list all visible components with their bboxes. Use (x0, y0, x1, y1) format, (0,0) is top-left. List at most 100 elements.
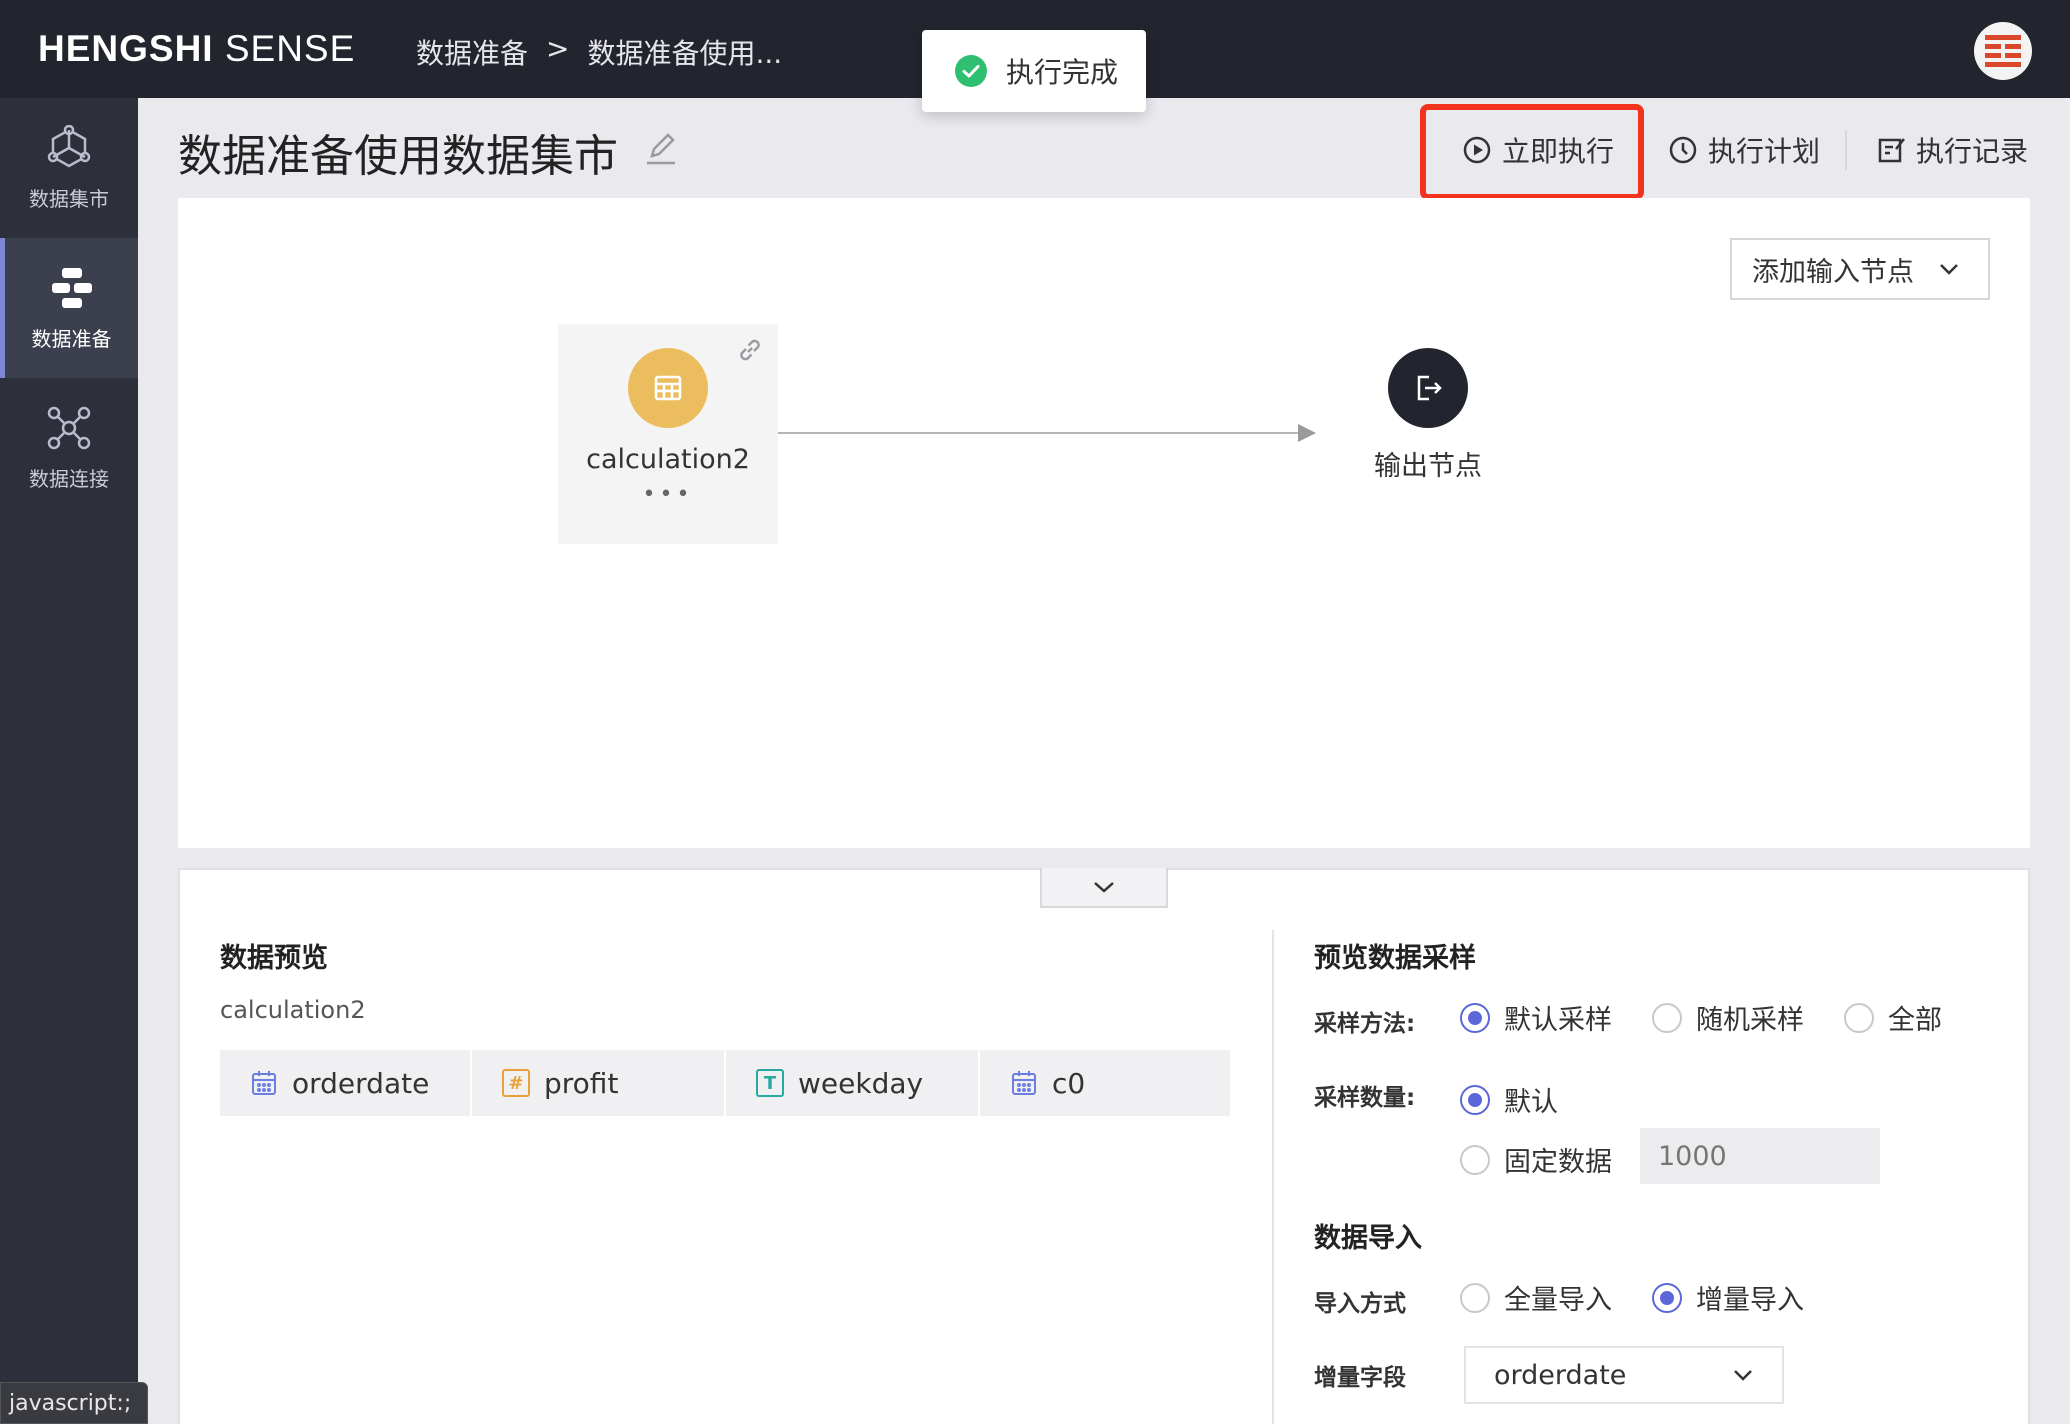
input-node-circle[interactable] (628, 348, 708, 428)
incremental-field-label: 增量字段 (1314, 1365, 1406, 1391)
radio-full-import[interactable]: 全量导入 (1460, 1278, 1612, 1317)
schedule-button[interactable]: 执行计划 (1668, 128, 1820, 172)
incremental-field-select[interactable]: orderdate (1464, 1346, 1784, 1404)
add-input-node-dropdown[interactable]: 添加输入节点 (1730, 238, 1990, 300)
radio-incremental-import[interactable]: 增量导入 (1652, 1278, 1804, 1317)
sidebar-item-data-mart[interactable]: 数据集市 (0, 98, 138, 238)
sidebar-item-label: 数据准备 (31, 326, 112, 351)
toast-text: 执行完成 (1006, 56, 1119, 89)
header-divider (1845, 130, 1847, 170)
chevron-down-icon (1734, 1370, 1752, 1381)
user-avatar[interactable] (1974, 22, 2032, 80)
run-now-button[interactable]: 立即执行 (1462, 128, 1614, 172)
preview-columns: orderdate # profit T weekday c0 (220, 1050, 1230, 1116)
input-node-label: calculation2 (586, 444, 750, 475)
radio-indicator (1652, 1282, 1682, 1313)
radio-all-sampling[interactable]: 全部 (1844, 998, 1942, 1037)
import-title: 数据导入 (1314, 1223, 1422, 1254)
radio-label: 增量导入 (1696, 1285, 1804, 1316)
radio-label: 全部 (1888, 1005, 1942, 1036)
radio-label: 全量导入 (1504, 1285, 1612, 1316)
breadcrumb: 数据准备 > 数据准备使用... (416, 32, 782, 72)
radio-indicator (1844, 1002, 1874, 1033)
flow-edge (778, 432, 1300, 434)
flow-edge-arrow (1298, 424, 1316, 442)
number-icon: # (502, 1069, 530, 1097)
brand-bold: HENGSHI (38, 28, 214, 69)
sampling-method-label: 采样方法: (1314, 1011, 1416, 1037)
brand-logo[interactable]: HENGSHI SENSE (38, 28, 355, 70)
radio-label: 默认 (1504, 1087, 1558, 1118)
toast-notification: 执行完成 (922, 30, 1146, 112)
sidebar-item-data-prep[interactable]: 数据准备 (0, 238, 138, 378)
pencil-icon (647, 133, 675, 165)
sidebar-item-data-connection[interactable]: 数据连接 (0, 378, 138, 518)
calendar-icon (1012, 1071, 1036, 1095)
sidebar-item-label: 数据连接 (29, 466, 109, 491)
export-icon (1417, 375, 1442, 401)
brand-light: SENSE (224, 28, 356, 69)
panel-divider (1272, 930, 1274, 1424)
radio-random-sampling[interactable]: 随机采样 (1652, 998, 1804, 1037)
column-name: profit (544, 1066, 619, 1100)
column-name: weekday (798, 1066, 924, 1100)
link-icon (740, 339, 760, 361)
chevron-down-icon (1940, 264, 1958, 275)
sampling-count-label: 采样数量: (1314, 1085, 1416, 1111)
radio-count-fixed[interactable]: 固定数据 (1460, 1140, 1612, 1179)
sidebar-item-label: 数据集市 (29, 186, 109, 211)
network-icon (47, 406, 91, 449)
status-bar-url: javascript:; (0, 1382, 148, 1424)
sidebar: 数据集市 数据准备 数据连接 (0, 98, 138, 1424)
brand-avatar-icon (1985, 35, 2021, 67)
breadcrumb-separator: > (546, 32, 570, 65)
incremental-field-value: orderdate (1494, 1359, 1627, 1391)
column-header-orderdate[interactable]: orderdate (220, 1050, 470, 1116)
history-button[interactable]: 执行记录 (1876, 128, 2028, 172)
radio-label: 固定数据 (1504, 1147, 1612, 1178)
hexagon-nodes-icon (47, 124, 91, 167)
radio-indicator (1652, 1002, 1682, 1033)
breadcrumb-item-current: 数据准备使用... (587, 37, 783, 70)
import-mode-label: 导入方式 (1314, 1291, 1406, 1317)
radio-indicator (1460, 1084, 1490, 1115)
calendar-icon (252, 1071, 276, 1095)
collapse-panel-button[interactable] (1040, 868, 1168, 908)
input-node-card[interactable]: calculation2 ••• (558, 324, 778, 544)
schedule-label: 执行计划 (1708, 135, 1821, 168)
output-node-label: 输出节点 (1374, 451, 1482, 482)
column-header-weekday[interactable]: T weekday (726, 1050, 978, 1116)
radio-indicator (1460, 1002, 1490, 1033)
radio-indicator (1460, 1282, 1490, 1313)
clock-icon (1669, 136, 1697, 164)
output-node-circle[interactable] (1388, 348, 1468, 428)
add-input-node-label: 添加输入节点 (1752, 256, 1914, 288)
text-icon: T (756, 1069, 784, 1097)
link-button[interactable] (734, 334, 766, 370)
run-now-label: 立即执行 (1502, 135, 1615, 168)
node-more-button[interactable]: ••• (558, 482, 778, 507)
preview-dataset-name: calculation2 (220, 996, 366, 1024)
column-name: orderdate (292, 1066, 430, 1100)
radio-label: 随机采样 (1696, 1005, 1804, 1036)
radio-count-default[interactable]: 默认 (1460, 1080, 1558, 1119)
table-icon (654, 375, 682, 401)
record-edit-icon (1878, 138, 1905, 163)
radio-default-sampling[interactable]: 默认采样 (1460, 998, 1612, 1037)
preview-title: 数据预览 (220, 943, 328, 974)
history-label: 执行记录 (1916, 135, 2029, 168)
radio-indicator (1460, 1144, 1490, 1175)
play-circle-icon (1463, 136, 1491, 164)
column-name: c0 (1052, 1066, 1086, 1100)
chevron-down-icon (1094, 882, 1114, 893)
column-header-profit[interactable]: # profit (472, 1050, 724, 1116)
edit-title-button[interactable] (644, 130, 678, 170)
column-header-c0[interactable]: c0 (980, 1050, 1230, 1116)
page-title: 数据准备使用数据集市 (178, 131, 618, 182)
success-check-icon (955, 55, 987, 87)
breadcrumb-item-data-prep[interactable]: 数据准备 (416, 32, 528, 72)
flow-nodes-icon (51, 267, 92, 308)
radio-label: 默认采样 (1504, 1005, 1612, 1036)
sample-count-input[interactable] (1640, 1128, 1880, 1184)
sampling-title: 预览数据采样 (1314, 943, 1476, 974)
